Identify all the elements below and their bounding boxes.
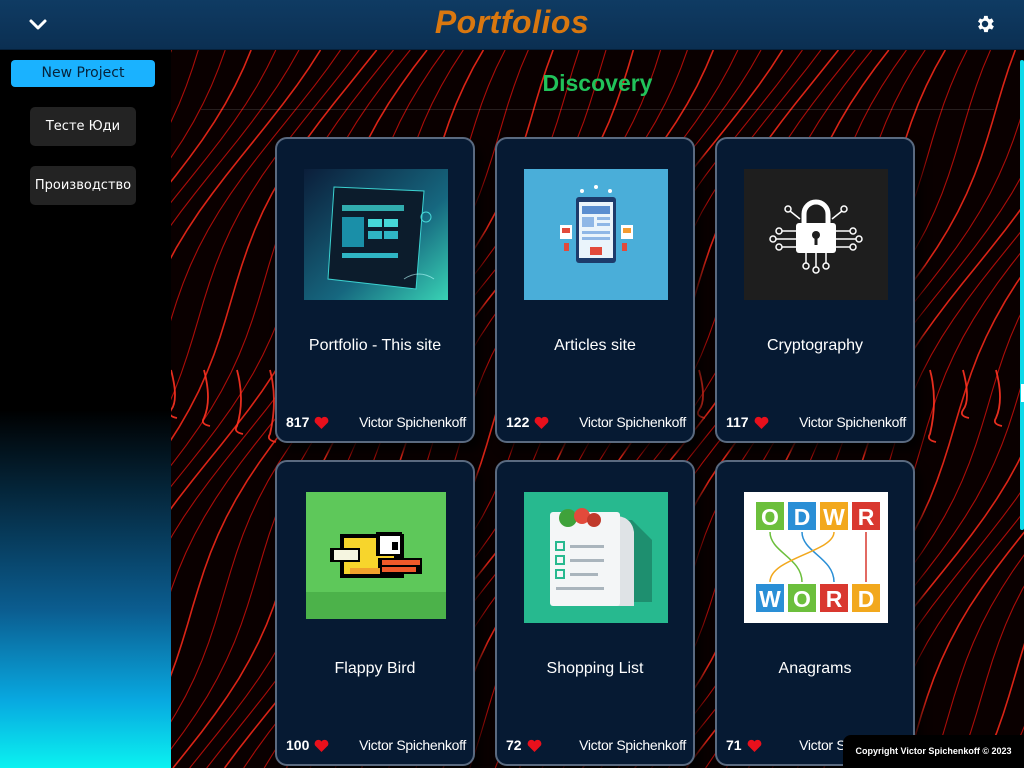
anagram-top-letter: R [858,504,875,530]
scrollbar[interactable] [1020,60,1024,530]
card-title: Anagrams [778,660,852,677]
neon-wave-line [171,50,226,159]
like-count-value: 100 [286,737,310,753]
neon-wave-line [980,642,1024,768]
divider [201,109,994,110]
anagram-bottom-letter: D [858,586,875,612]
card-author[interactable]: Victor Spichenkoff [359,737,466,753]
project-card-portfolio[interactable]: Portfolio - This site 817 Victor Spichen… [275,137,475,443]
gear-icon[interactable] [974,13,996,35]
heart-icon[interactable] [747,739,762,752]
project-card-anagrams[interactable]: O D W R W O R D Anagrams 71 Victor [715,460,915,766]
neon-wave-line [931,554,1024,768]
like-count[interactable]: 122 [506,414,549,430]
anagram-bottom-letter: W [759,586,781,612]
card-author[interactable]: Victor Spichenkoff [579,414,686,430]
new-project-button[interactable]: New Project [11,60,155,87]
anagram-bottom-letter: R [826,586,843,612]
sidebar-item-teste-yudi[interactable]: Тесте Юди [30,107,136,146]
like-count-value: 71 [726,737,742,753]
like-count-value: 117 [726,414,749,430]
card-author[interactable]: Victor Spichenkoff [359,414,466,430]
project-card-shopping-list[interactable]: Shopping List 72 Victor Spichenkoff [495,460,695,766]
heart-icon[interactable] [754,416,769,429]
project-card-flappy-bird[interactable]: Flappy Bird 100 Victor Spichenkoff [275,460,475,766]
like-count[interactable]: 817 [286,414,329,430]
copyright-footer: Copyright Victor Spichenkoff © 2023 [843,735,1024,768]
neon-hook-line [927,369,937,443]
card-title: Articles site [554,337,636,354]
like-count[interactable]: 100 [286,737,329,753]
articles-thumbnail [524,169,668,300]
anagrams-thumbnail: O D W R W O R D [744,492,888,623]
heart-icon[interactable] [314,739,329,752]
like-count[interactable]: 71 [726,737,762,753]
project-card-articles[interactable]: Articles site 122 Victor Spichenkoff [495,137,695,443]
anagram-top-letter: O [761,504,779,530]
heart-icon[interactable] [314,416,329,429]
project-card-cryptography[interactable]: Cryptography 117 Victor Spichenkoff [715,137,915,443]
neon-hook-line [234,369,244,435]
sidebar-item-proizvodstvo[interactable]: Производство [30,166,136,205]
like-count-value: 122 [506,414,530,430]
sidebar: New Project Тесте Юди Производство [0,50,171,768]
like-count-value: 817 [286,414,310,430]
anagram-top-letter: W [823,504,845,530]
like-count[interactable]: 117 [726,414,769,430]
anagram-top-letter: D [794,504,811,530]
top-header: Portfolios [0,0,1024,50]
card-title: Shopping List [546,660,644,677]
card-author[interactable]: Victor Spichenkoff [579,737,686,753]
neon-wave-line [171,50,199,123]
portfolio-thumbnail [304,169,448,300]
neon-hook-line [696,369,706,419]
like-count[interactable]: 72 [506,737,542,753]
heart-icon[interactable] [527,739,542,752]
card-title: Flappy Bird [334,660,416,677]
card-title: Cryptography [766,337,864,354]
anagram-bottom-letter: O [793,586,811,612]
card-title: Portfolio - This site [308,337,442,354]
app-title: Portfolios [434,4,590,40]
neon-hook-line [960,369,970,419]
card-author[interactable]: Victor Spichenkoff [799,414,906,430]
shopping-list-thumbnail [524,492,668,623]
cryptography-thumbnail [744,169,888,300]
flappy-bird-thumbnail [306,492,446,619]
like-count-value: 72 [506,737,522,753]
section-title: Discovery [542,70,653,96]
heart-icon[interactable] [534,416,549,429]
main-content: Discovery Portfolio - This site 817 Vict… [171,50,1024,768]
neon-hook-line [171,369,178,419]
